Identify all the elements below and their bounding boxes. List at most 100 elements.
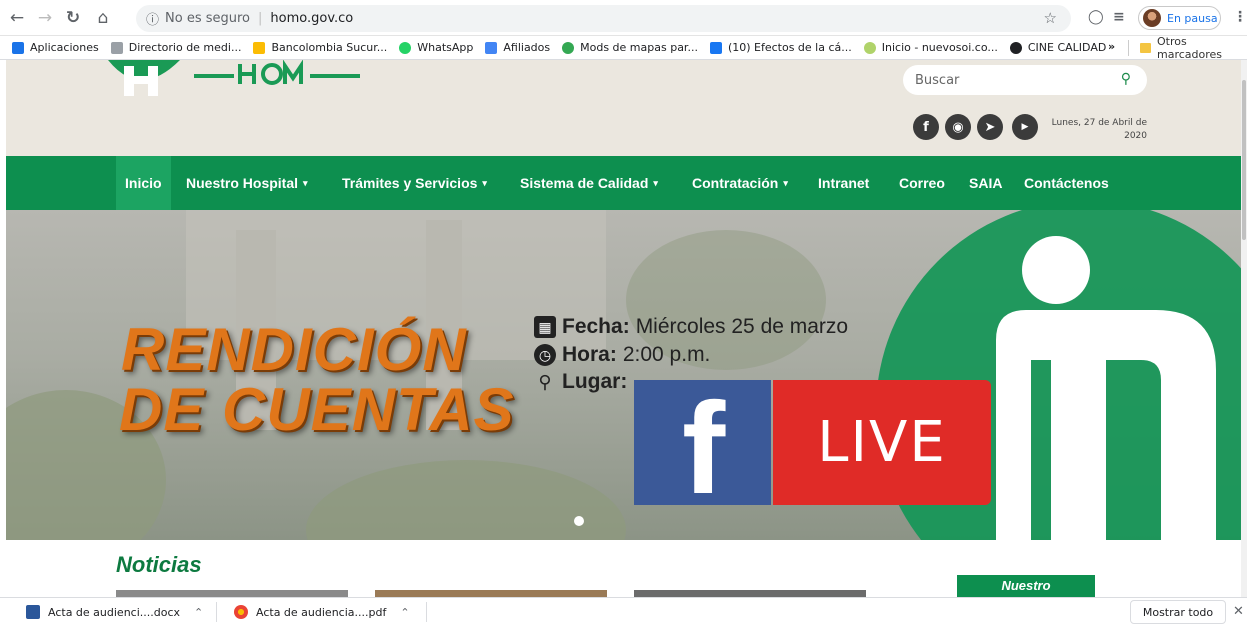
site-favicon-icon (863, 41, 876, 54)
calendar-icon: ▦ (534, 316, 556, 338)
bookmark-afiliados[interactable]: Afiliados (485, 41, 550, 54)
info-icon[interactable]: ⓘ (146, 9, 159, 28)
nav-label: Correo (899, 175, 945, 191)
home-icon[interactable]: ⌂ (92, 7, 114, 29)
shelf-divider (426, 602, 427, 622)
tree-illustration (306, 460, 626, 540)
download-label: Acta de audienci....docx (48, 605, 181, 619)
scrollbar-thumb[interactable] (1242, 80, 1246, 240)
bookmark-directorio[interactable]: Directorio de medi... (110, 41, 241, 54)
bookmark-facebook[interactable]: (10) Efectos de la cá... (709, 41, 852, 54)
nav-item-inicio[interactable]: Inicio (116, 156, 171, 210)
avatar (1143, 9, 1161, 27)
site-favicon-icon (485, 41, 498, 54)
whatsapp-icon (399, 41, 412, 54)
folder-icon (1140, 43, 1151, 53)
hero-hora: ◷ Hora: 2:00 p.m. (534, 343, 710, 367)
apps-grid-icon (12, 41, 24, 54)
address-bar[interactable]: ⓘ No es seguro | homo.gov.co ☆ (136, 5, 1071, 32)
bookmark-label: CINE CALIDAD (1027, 41, 1107, 54)
caret-down-icon: ▾ (482, 177, 487, 188)
nav-label: Nuestro Hospital (186, 175, 299, 191)
fecha-label: Fecha: (562, 315, 630, 338)
nav-item-contactenos[interactable]: Contáctenos (1024, 156, 1109, 210)
other-bookmarks-label: Otros marcadores (1157, 35, 1223, 61)
search-placeholder: Buscar (915, 72, 960, 88)
close-icon[interactable]: ✕ (1233, 604, 1244, 619)
bookmark-nuevosoi[interactable]: Inicio - nuevosoi.co... (863, 41, 998, 54)
reload-icon[interactable]: ↻ (62, 7, 84, 29)
hero-title-line2: DE CUENTAS (119, 376, 515, 443)
bookmark-star-icon[interactable]: ☆ (1044, 9, 1057, 27)
side-panel-heading[interactable]: Nuestro (957, 575, 1095, 597)
security-label: No es seguro (165, 11, 251, 26)
site-favicon-icon (110, 41, 123, 54)
caret-down-icon: ▾ (783, 177, 788, 188)
url-text[interactable]: homo.gov.co (270, 11, 353, 26)
download-item-pdf[interactable]: Acta de audiencia....pdf ⌃ (234, 603, 410, 621)
download-shelf: Acta de audienci....docx ⌃ Acta de audie… (0, 597, 1247, 625)
bookmarks-bar: Aplicaciones Directorio de medi... Banco… (0, 36, 1247, 60)
download-item-docx[interactable]: Acta de audienci....docx ⌃ (26, 603, 203, 621)
bookmark-aplicaciones[interactable]: Aplicaciones (12, 41, 99, 54)
carousel-dot[interactable] (574, 516, 584, 526)
facebook-f-icon: f (682, 375, 726, 521)
bookmark-whatsapp[interactable]: WhatsApp (399, 41, 473, 54)
bookmark-label: WhatsApp (417, 41, 474, 54)
nav-item-nuestro-hospital[interactable]: Nuestro Hospital ▾ (186, 156, 308, 210)
instagram-icon[interactable]: ◉ (945, 114, 971, 140)
chevron-up-icon[interactable]: ⌃ (194, 606, 203, 619)
facebook-icon[interactable]: f (913, 114, 939, 140)
web-page: Buscar ⚲ f ◉ ➤ ▶ Lunes, 27 de Abril de 2… (0, 60, 1247, 597)
twitter-icon[interactable]: ➤ (977, 114, 1003, 140)
word-file-icon (26, 605, 40, 619)
shelf-divider (216, 602, 217, 622)
media-queue-icon[interactable]: ≡ (1113, 9, 1125, 25)
main-navigation: Inicio Nuestro Hospital ▾ Trámites y Ser… (6, 156, 1241, 210)
chevron-up-icon[interactable]: ⌃ (400, 606, 409, 619)
bookmark-bancolombia[interactable]: Bancolombia Sucur... (253, 41, 387, 54)
nav-item-contratacion[interactable]: Contratación ▾ (692, 156, 788, 210)
bookmark-cinecalidad[interactable]: CINE CALIDAD (1009, 41, 1107, 54)
nav-item-tramites[interactable]: Trámites y Servicios ▾ (342, 156, 487, 210)
extension-icon[interactable]: ◯ (1088, 9, 1104, 25)
facebook-favicon-icon (709, 41, 722, 54)
clock-icon: ◷ (534, 344, 556, 366)
hospital-logo[interactable] (100, 60, 380, 100)
nav-label: Contratación (692, 175, 779, 191)
hero-lugar: ⚲ Lugar: (534, 370, 633, 394)
show-all-downloads-button[interactable]: Mostrar todo (1130, 600, 1226, 624)
news-thumbnail[interactable] (375, 590, 607, 597)
back-icon[interactable]: ← (6, 7, 28, 29)
search-icon[interactable]: ⚲ (1121, 71, 1131, 87)
live-label: LIVE (773, 380, 991, 505)
other-bookmarks-folder[interactable]: Otros marcadores (1140, 35, 1247, 61)
fecha-value: Miércoles 25 de marzo (635, 315, 849, 338)
forward-icon[interactable]: → (34, 7, 56, 29)
profile-label: En pausa (1167, 11, 1218, 25)
current-date: Lunes, 27 de Abril de 2020 (1051, 118, 1147, 141)
bookmarks-overflow-button[interactable]: » (1108, 40, 1115, 53)
hospital-logo-mark (996, 236, 1216, 540)
menu-kebab-icon[interactable]: ⋮ (1233, 9, 1247, 25)
hora-value: 2:00 p.m. (622, 343, 711, 366)
bookmark-mods[interactable]: Mods de mapas par... (562, 41, 698, 54)
profile-button[interactable]: En pausa (1138, 6, 1221, 30)
nav-item-calidad[interactable]: Sistema de Calidad ▾ (520, 156, 658, 210)
browser-toolbar: ← → ↻ ⌂ ⓘ No es seguro | homo.gov.co ☆ ◯… (0, 0, 1247, 36)
hero-carousel[interactable]: RENDICIÓN DE CUENTAS ▦ Fecha: Miércoles … (6, 210, 1241, 540)
news-thumbnail[interactable] (634, 590, 866, 597)
bookmark-label: Mods de mapas par... (580, 41, 698, 54)
youtube-icon[interactable]: ▶ (1012, 114, 1038, 140)
bookmark-label: Aplicaciones (30, 41, 99, 54)
nav-item-intranet[interactable]: Intranet (818, 156, 869, 210)
nav-label: SAIA (969, 175, 1003, 191)
hora-label: Hora: (562, 343, 617, 366)
bank-favicon-icon (253, 41, 266, 54)
nav-label: Sistema de Calidad (520, 175, 649, 191)
news-heading: Noticias (116, 552, 202, 577)
nav-item-correo[interactable]: Correo (899, 156, 945, 210)
nav-item-saia[interactable]: SAIA (969, 156, 1002, 210)
news-thumbnail[interactable] (116, 590, 348, 597)
site-search-input[interactable]: Buscar ⚲ (903, 65, 1147, 95)
